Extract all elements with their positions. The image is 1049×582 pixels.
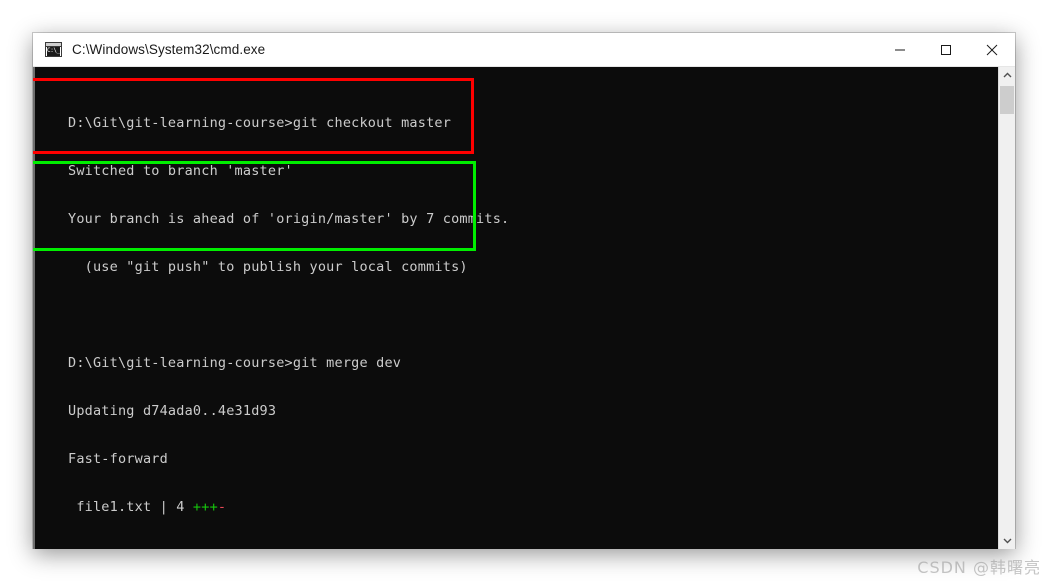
terminal-line-diffstat: file1.txt | 4 +++- <box>68 499 509 515</box>
terminal-left-edge <box>33 67 35 549</box>
window-title: C:\Windows\System32\cmd.exe <box>72 42 266 57</box>
diffstat-file: file1.txt | 4 <box>68 499 193 515</box>
chevron-up-icon[interactable] <box>999 67 1015 84</box>
terminal-line: (use "git push" to publish your local co… <box>68 259 468 275</box>
terminal-text: D:\Git\git-learning-course>git checkout … <box>68 83 509 549</box>
cmd-icon <box>45 42 62 57</box>
terminal-line: Switched to branch 'master' <box>68 163 293 179</box>
terminal-line: D:\Git\git-learning-course>git merge dev <box>68 355 402 371</box>
cmd-window: C:\Windows\System32\cmd.exe <box>33 33 1015 549</box>
diffstat-deletions: - <box>217 499 227 515</box>
terminal-output-area[interactable]: D:\Git\git-learning-course>git checkout … <box>33 67 1015 549</box>
close-button[interactable] <box>969 33 1015 66</box>
title-bar[interactable]: C:\Windows\System32\cmd.exe <box>33 33 1015 67</box>
chevron-down-icon[interactable] <box>999 532 1015 549</box>
terminal-line: 1 file changed, 3 insertions(+), 1 delet… <box>68 547 509 549</box>
window-controls <box>877 33 1015 66</box>
watermark: CSDN @韩曙亮 <box>917 558 1041 577</box>
terminal-line: Fast-forward <box>68 451 168 467</box>
terminal-line: Your branch is ahead of 'origin/master' … <box>68 211 510 227</box>
scrollbar-thumb[interactable] <box>1000 86 1014 114</box>
terminal-line: Updating d74ada0..4e31d93 <box>68 403 277 419</box>
terminal-line: D:\Git\git-learning-course>git checkout … <box>68 115 452 131</box>
diffstat-insertions: +++ <box>192 499 218 515</box>
maximize-button[interactable] <box>923 33 969 66</box>
minimize-button[interactable] <box>877 33 923 66</box>
terminal-scrollbar[interactable] <box>998 67 1015 549</box>
